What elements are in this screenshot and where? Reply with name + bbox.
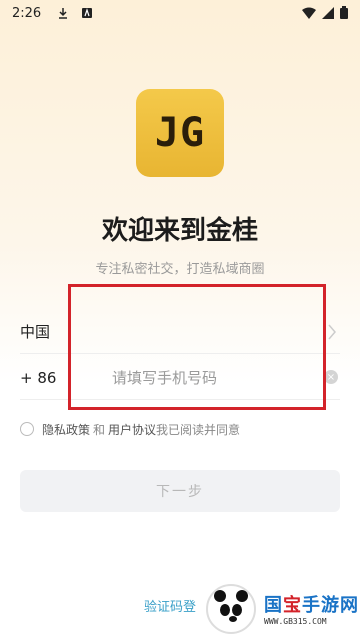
app-logo: JG xyxy=(136,89,224,177)
watermark-url: WWW.GB315.COM xyxy=(264,617,327,626)
status-bar: 2:26 xyxy=(0,0,360,26)
country-code[interactable]: + 86 xyxy=(20,369,56,387)
panda-logo-icon xyxy=(206,583,256,634)
download-icon xyxy=(59,8,68,19)
country-label: 中国 xyxy=(20,323,51,341)
wifi-icon xyxy=(302,7,316,19)
highlight-box xyxy=(68,284,326,410)
chevron-right-icon xyxy=(328,324,336,340)
clear-icon[interactable]: × xyxy=(324,370,338,384)
page-subtitle: 专注私密社交，打造私域商圈 xyxy=(95,262,265,277)
battery-icon xyxy=(340,6,348,19)
app-notification-icon xyxy=(82,8,93,18)
watermark-text: 国宝手游网 WWW.GB315.COM xyxy=(264,591,359,626)
agreement-suffix: 我已阅读并同意 xyxy=(156,422,241,437)
watermark: 国宝手游网 WWW.GB315.COM xyxy=(200,578,360,639)
status-indicators xyxy=(302,6,348,19)
watermark-brand: 国宝手游网 xyxy=(264,595,359,616)
agree-checkbox[interactable] xyxy=(20,422,34,436)
signal-icon xyxy=(322,6,334,19)
next-button[interactable]: 下一步 xyxy=(20,470,340,512)
user-agreement-link[interactable]: 用户协议 xyxy=(108,421,156,438)
sms-login-link[interactable]: 验证码登 xyxy=(144,596,196,615)
privacy-policy-link[interactable]: 隐私政策 xyxy=(42,421,90,438)
agreement-row: 隐私政策 和 用户协议 我已阅读并同意 xyxy=(20,420,240,438)
agreement-and: 和 xyxy=(93,422,106,437)
status-time: 2:26 xyxy=(12,5,42,21)
page-title: 欢迎来到金桂 xyxy=(101,216,258,246)
